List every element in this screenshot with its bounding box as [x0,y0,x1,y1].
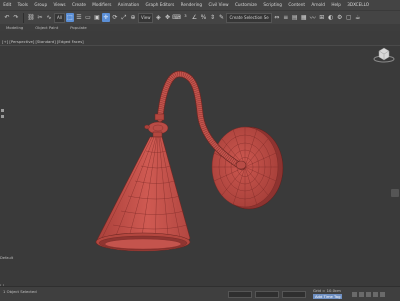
tab-populate[interactable]: Populate [64,25,93,30]
go-to-start-icon[interactable] [352,292,357,297]
redo-icon[interactable]: ↷ [12,13,20,22]
viewcube[interactable] [373,46,395,64]
spinner-snap-icon[interactable]: ⇕ [208,13,216,22]
menu-modifiers[interactable]: Modifiers [89,0,115,10]
render-icon[interactable]: ☕ [354,13,362,22]
viewport-corner-button[interactable] [391,189,399,197]
menu-bar: Edit Tools Group Views Create Modifiers … [0,0,400,10]
layer-explorer-icon[interactable]: ▤ [291,13,299,22]
angle-snap-icon[interactable]: ∠ [190,13,198,22]
menu-edit[interactable]: Edit [0,0,14,10]
selection-status: 1 Object Selected [3,289,37,294]
rotate-icon[interactable]: ⟳ [111,13,119,22]
mirror-icon[interactable]: ⇔ [273,13,281,22]
material-editor-icon[interactable]: ◐ [327,13,335,22]
link-icon[interactable]: ⛓ [27,13,35,22]
menu-civil-view[interactable]: Civil View [205,0,232,10]
go-to-end-icon[interactable] [380,292,385,297]
rendered-frame-icon[interactable]: ▢ [345,13,353,22]
side-label-default: Default [0,256,14,260]
render-setup-icon[interactable]: ⚙ [336,13,344,22]
rect-selection-icon[interactable]: ▭ [84,13,92,22]
menu-3dxcello[interactable]: 3DXCELLO [344,0,372,10]
viewport-label[interactable]: [+] [Perspective] [Standard] [Edged Face… [2,39,84,44]
select-by-name-icon[interactable]: ☰ [75,13,83,22]
lamp-socket [144,113,169,138]
undo-icon[interactable]: ↶ [3,13,11,22]
toolbar-separator [23,12,24,23]
viewport-icon[interactable] [1,109,4,112]
main-toolbar: ↶ ↷ ⛓ ✂ ∿ All ⬚ ☰ ▭ ▣ ✛ ⟳ ⤢ ⊕ View ◈ ✥ ⌨… [0,10,400,24]
named-selection-set-dropdown[interactable]: Create Selection Se [226,12,272,23]
x-coord-field[interactable] [228,291,252,298]
menu-create[interactable]: Create [69,0,89,10]
viewport-icon[interactable] [1,115,4,118]
viewport-header: [+] [Perspective] [Standard] [Edged Face… [0,31,400,45]
menu-animation[interactable]: Animation [115,0,143,10]
window-crossing-icon[interactable]: ▣ [93,13,101,22]
menu-graph-editors[interactable]: Graph Editors [142,0,177,10]
menu-group[interactable]: Group [31,0,50,10]
select-object-icon[interactable]: ⬚ [65,13,74,22]
z-coord-field[interactable] [282,291,306,298]
schematic-view-icon[interactable]: ⊞ [318,13,326,22]
menu-help[interactable]: Help [328,0,344,10]
play-icon[interactable] [366,292,371,297]
lamp-model[interactable] [0,46,400,287]
align-icon[interactable]: ≡ [282,13,290,22]
snaps-toggle-icon[interactable]: ³ [181,13,189,22]
menu-views[interactable]: Views [50,0,69,10]
tab-object-paint[interactable]: Object Paint [29,25,64,30]
status-bar: 1 Object Selected Grid = 10.0cm Add Time… [0,286,400,301]
curve-editor-icon[interactable]: 〰 [309,13,317,22]
keyboard-shortcut-icon[interactable]: ⌨ [172,13,181,22]
unlink-icon[interactable]: ✂ [36,13,44,22]
prev-frame-icon[interactable] [359,292,364,297]
move-icon[interactable]: ✛ [101,13,110,22]
tab-modeling[interactable]: Modeling [0,25,29,30]
select-manipulate-icon[interactable]: ✥ [163,13,171,22]
coordinate-fields [228,291,306,298]
lamp-shade [95,136,191,252]
menu-tools[interactable]: Tools [14,0,31,10]
perspective-viewport[interactable]: Default [-] [0,45,400,288]
next-frame-icon[interactable] [373,292,378,297]
scale-icon[interactable]: ⤢ [120,13,128,22]
selection-filter-dropdown[interactable]: All [54,12,65,23]
menu-rendering[interactable]: Rendering [177,0,205,10]
edit-named-sets-icon[interactable]: ✎ [217,13,225,22]
viewport-left-icons [1,109,5,118]
playback-controls [352,292,385,297]
menu-arnold[interactable]: Arnold [308,0,328,10]
y-coord-field[interactable] [255,291,279,298]
grid-readout: Grid = 10.0cm [313,288,341,293]
menu-customize[interactable]: Customize [232,0,260,10]
percent-snap-icon[interactable]: % [199,13,207,22]
placement-icon[interactable]: ⊕ [129,13,137,22]
menu-scripting[interactable]: Scripting [260,0,285,10]
bind-icon[interactable]: ∿ [45,13,53,22]
add-time-tag-button[interactable]: Add Time Tag [313,294,343,299]
wall-plate [211,126,284,210]
toggle-ribbon-icon[interactable]: ▦ [300,13,308,22]
menu-content[interactable]: Content [285,0,308,10]
ribbon-tabs: Modeling Object Paint Populate [0,24,400,31]
pivot-icon[interactable]: ◈ [154,13,162,22]
reference-coord-dropdown[interactable]: View [137,12,154,23]
